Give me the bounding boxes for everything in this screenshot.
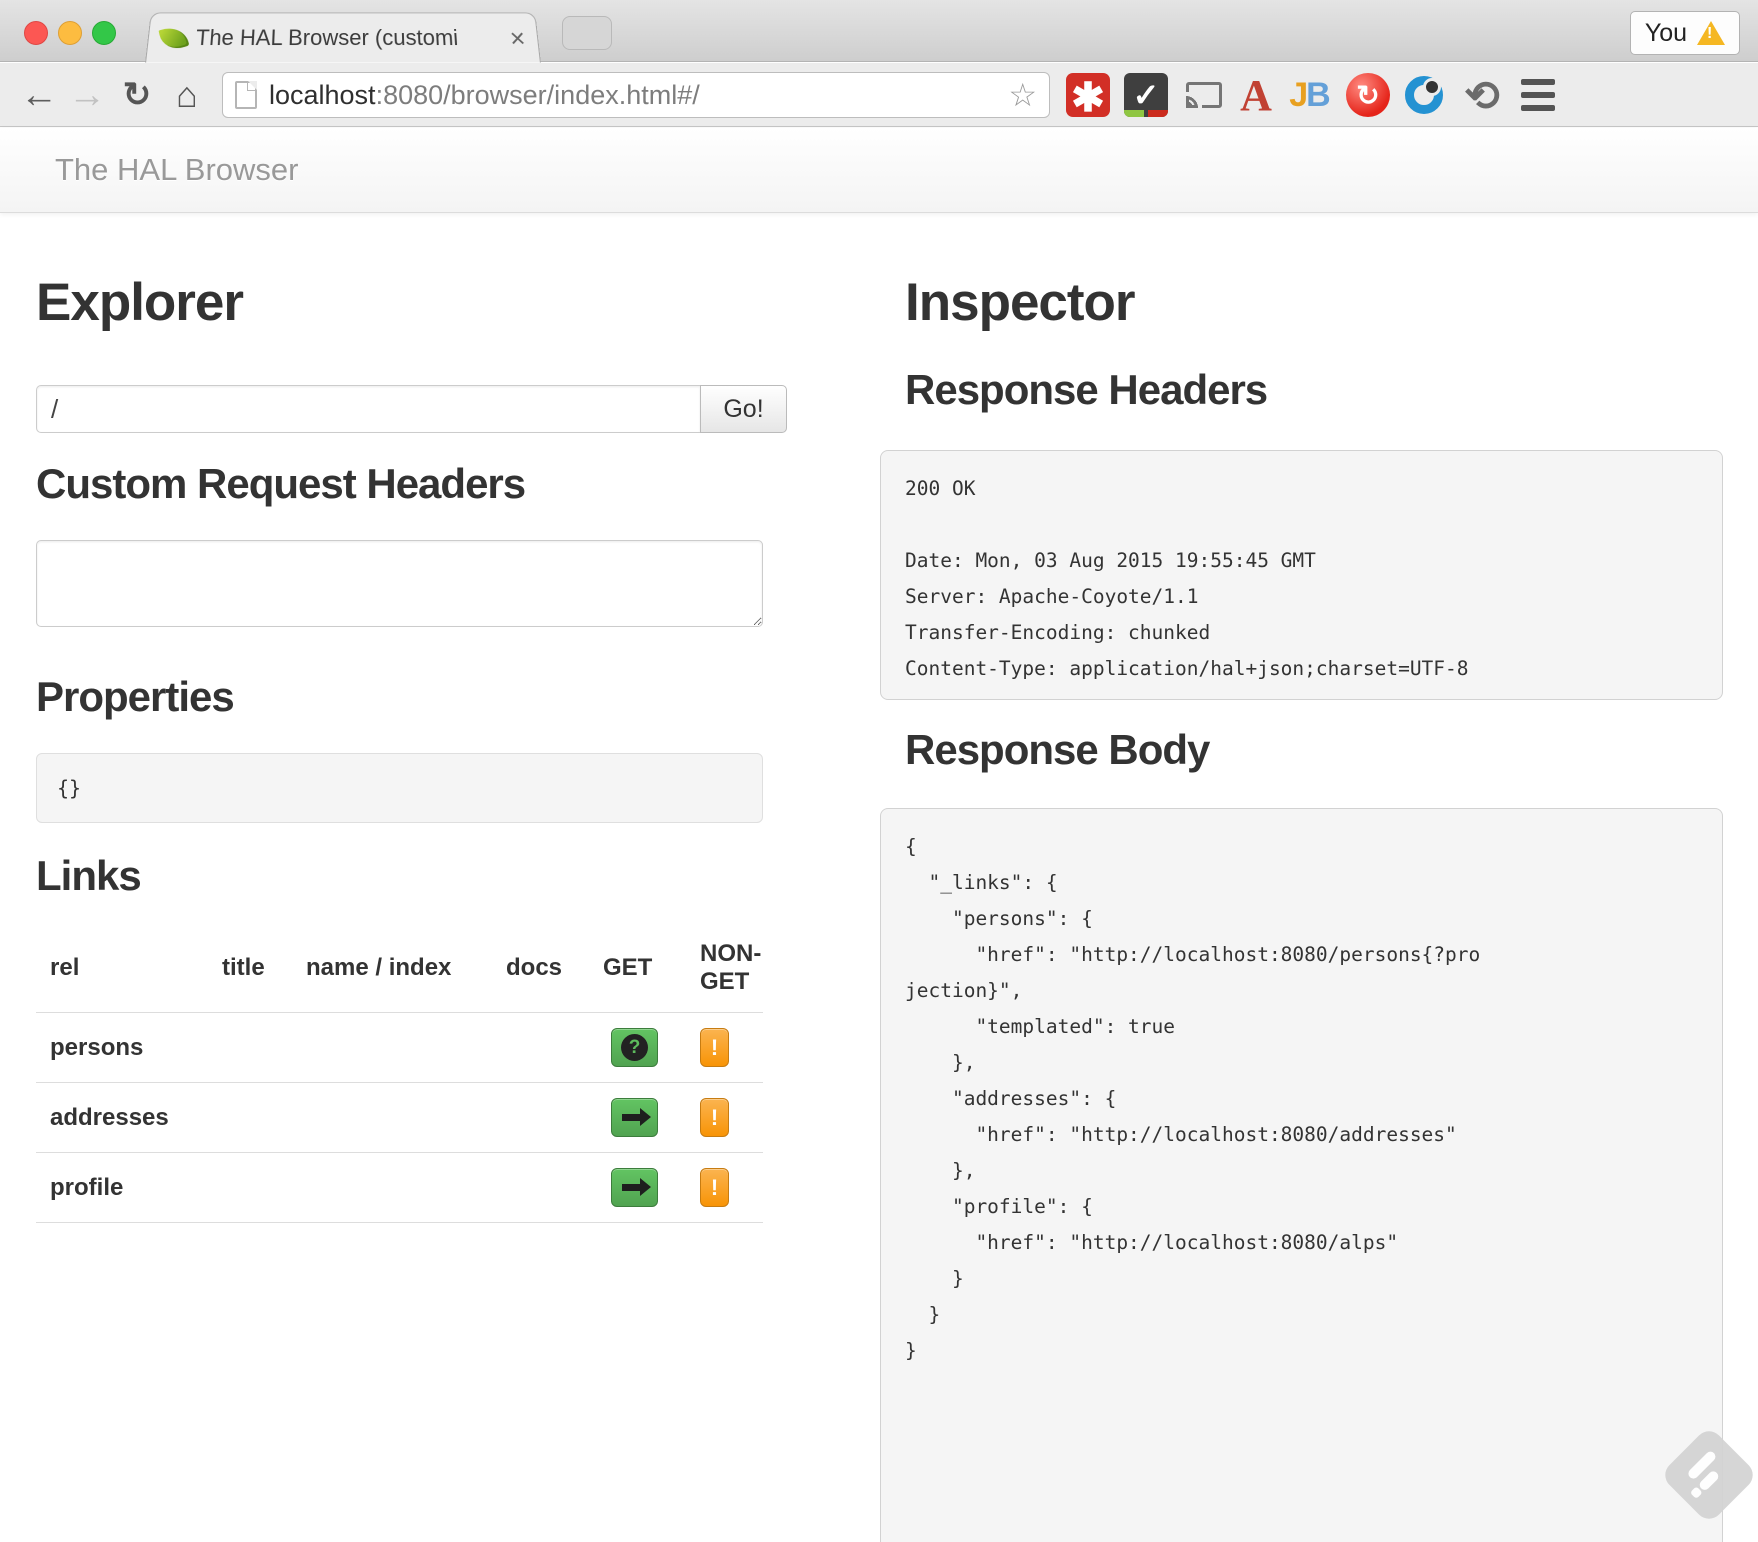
browser-tab[interactable]: The HAL Browser (customi × [145, 12, 541, 62]
non-get-request-button[interactable] [700, 1098, 729, 1137]
name-index-cell [292, 1153, 492, 1223]
blue-circle-icon[interactable] [1402, 73, 1446, 117]
explorer-address-row: Go! [36, 385, 787, 433]
reload-icon[interactable]: ↻ [112, 63, 162, 127]
spring-leaf-favicon [159, 22, 190, 53]
zoom-window-button[interactable] [92, 21, 116, 45]
links-heading: Links [36, 852, 141, 900]
minimize-window-button[interactable] [58, 21, 82, 45]
non-get-request-button[interactable] [700, 1168, 729, 1207]
tab-close-icon[interactable]: × [509, 25, 527, 51]
arrow-right-icon [622, 1114, 640, 1121]
tab-title: The HAL Browser (customi [195, 25, 505, 51]
window-titlebar: The HAL Browser (customi × You [0, 0, 1758, 62]
docs-cell [492, 1153, 589, 1223]
profile-button[interactable]: You [1630, 11, 1740, 55]
sync-clock-icon[interactable]: ⟲ [1460, 73, 1504, 117]
refresh-ball-icon[interactable]: ↻ [1346, 73, 1390, 117]
menu-icon[interactable] [1516, 73, 1560, 117]
a-icon[interactable]: A [1234, 73, 1278, 117]
table-row: persons ? [36, 1013, 763, 1083]
name-index-cell [292, 1013, 492, 1083]
title-cell [208, 1083, 292, 1153]
links-table: rel title name / index docs GET NON-GET … [36, 940, 763, 1223]
get-request-button[interactable]: ? [611, 1168, 658, 1207]
lastpass-icon[interactable]: ✱ [1066, 73, 1110, 117]
rel-cell: addresses [36, 1083, 208, 1153]
new-tab-button[interactable] [562, 16, 612, 50]
checker-icon[interactable]: ✓ [1124, 73, 1168, 117]
properties-box: {} [36, 753, 763, 823]
jb-icon[interactable]: JB [1288, 73, 1332, 117]
browser-toolbar: ← → ↻ ⌂ localhost:8080/browser/index.htm… [0, 63, 1758, 127]
address-bar[interactable]: localhost:8080/browser/index.html#/ ☆ [222, 72, 1050, 118]
url-path: :8080/browser/index.html#/ [376, 80, 700, 110]
get-request-button[interactable]: ? [611, 1098, 658, 1137]
arrow-right-icon [622, 1184, 640, 1191]
page-navbar-title: The HAL Browser [55, 152, 299, 188]
name-index-cell [292, 1083, 492, 1153]
docs-cell [492, 1013, 589, 1083]
forward-icon[interactable]: → [62, 63, 112, 127]
profile-button-label: You [1645, 19, 1687, 48]
col-rel: rel [36, 940, 208, 1013]
properties-heading: Properties [36, 673, 234, 721]
properties-value: {} [57, 776, 81, 800]
col-title: title [208, 940, 292, 1013]
col-get: GET [589, 940, 686, 1013]
custom-headers-heading: Custom Request Headers [36, 460, 525, 508]
response-headers-box: 200 OK Date: Mon, 03 Aug 2015 19:55:45 G… [880, 450, 1723, 700]
page-navbar: The HAL Browser [0, 128, 1758, 213]
response-body-heading: Response Body [905, 726, 1209, 774]
explorer-heading: Explorer [36, 272, 243, 333]
col-non-get: NON-GET [686, 940, 763, 1013]
links-table-header-row: rel title name / index docs GET NON-GET [36, 940, 763, 1013]
back-icon[interactable]: ← [14, 63, 64, 127]
bookmark-star-icon[interactable]: ☆ [1008, 76, 1037, 114]
close-window-button[interactable] [24, 21, 48, 45]
rel-cell: profile [36, 1153, 208, 1223]
custom-headers-textarea[interactable] [36, 540, 763, 627]
rel-cell: persons [36, 1013, 208, 1083]
question-icon: ? [621, 1034, 648, 1061]
home-icon[interactable]: ⌂ [162, 63, 212, 127]
col-name-index: name / index [292, 940, 492, 1013]
inspector-heading: Inspector [905, 272, 1135, 333]
table-row: profile ? [36, 1153, 763, 1223]
non-get-request-button[interactable] [700, 1028, 729, 1067]
url-text[interactable]: localhost:8080/browser/index.html#/ [269, 80, 1008, 111]
explorer-address-input[interactable] [36, 385, 700, 433]
table-row: addresses ? [36, 1083, 763, 1153]
col-docs: docs [492, 940, 589, 1013]
tab-title-fade [457, 25, 505, 51]
page-icon [235, 81, 257, 109]
docs-cell [492, 1083, 589, 1153]
url-host: localhost [269, 80, 376, 110]
response-headers-heading: Response Headers [905, 366, 1267, 414]
cast-icon[interactable] [1182, 73, 1226, 117]
title-cell [208, 1013, 292, 1083]
go-button[interactable]: Go! [700, 385, 787, 433]
response-body-box: { "_links": { "persons": { "href": "http… [880, 808, 1723, 1542]
get-request-button[interactable]: ? [611, 1028, 658, 1067]
warning-icon [1697, 21, 1725, 45]
title-cell [208, 1153, 292, 1223]
